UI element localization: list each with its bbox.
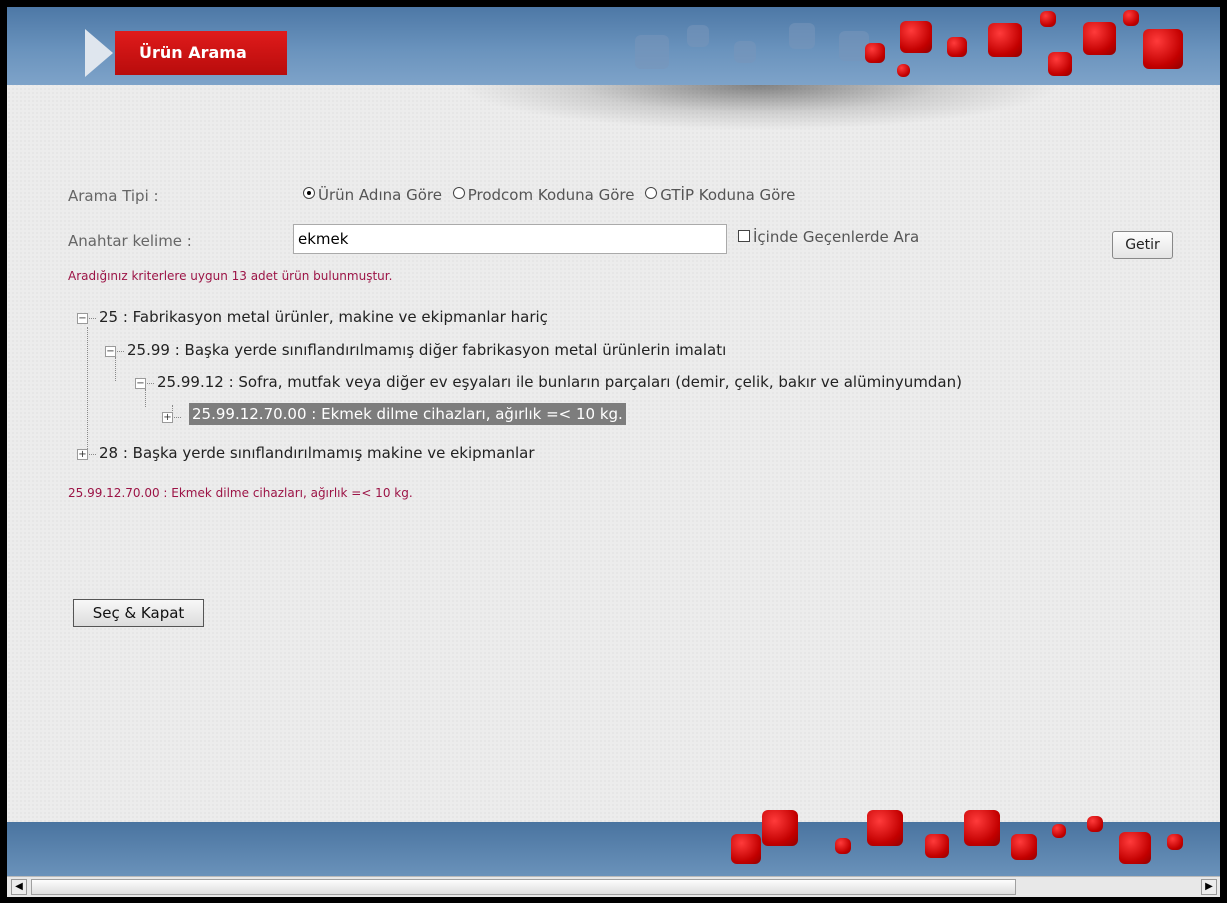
result-message: Aradığınız kriterlere uygun 13 adet ürün… (68, 269, 393, 283)
collapse-toggle-icon[interactable]: − (77, 313, 88, 324)
decor-square (964, 810, 1000, 846)
footer-bar (7, 810, 1220, 876)
radio-label: GTİP Koduna Göre (660, 186, 796, 204)
tree-line (145, 389, 146, 407)
radio-empty-icon (645, 187, 658, 199)
decor-square (1011, 834, 1037, 860)
keyword-input[interactable] (293, 224, 727, 254)
window-frame: Ürün Arama Arama Tipi : Ürün Adına Göre … (7, 7, 1220, 897)
scroll-left-icon[interactable]: ◀ (11, 879, 27, 895)
decor-square (1052, 824, 1066, 838)
decor-square (835, 838, 851, 854)
radio-label: Ürün Adına Göre (318, 186, 442, 204)
tree-line (89, 318, 96, 319)
decor-square (925, 834, 949, 858)
select-close-button[interactable]: Seç & Kapat (73, 599, 204, 627)
decor-square (1123, 10, 1139, 26)
tree-line (87, 327, 88, 449)
decor-square (900, 21, 932, 53)
header-bar: Ürün Arama (7, 7, 1220, 85)
checkbox-icon (738, 230, 750, 242)
tree-line (117, 351, 124, 352)
tree-node-25-99-12[interactable]: 25.99.12 : Sofra, mutfak veya diğer ev e… (157, 373, 962, 391)
decor-square (1167, 834, 1183, 850)
tree-node-25[interactable]: 25 : Fabrikasyon metal ürünler, makine v… (99, 308, 548, 326)
decor-square (1048, 52, 1072, 76)
horizontal-scrollbar[interactable]: ◀ ▶ (7, 876, 1220, 897)
tree-line (89, 454, 96, 455)
expand-toggle-icon[interactable]: + (162, 412, 173, 423)
decor-square (734, 41, 756, 63)
scrollbar-thumb[interactable] (31, 879, 1016, 895)
radio-selected-icon (303, 187, 315, 199)
decor-square (1040, 11, 1056, 27)
radio-product-name[interactable]: Ürün Adına Göre (303, 186, 442, 204)
decor-square (897, 64, 910, 77)
decor-square (947, 37, 967, 57)
search-type-label: Arama Tipi : (68, 187, 159, 205)
contains-label: İçinde Geçenlerde Ara (753, 228, 920, 246)
tree-line (115, 357, 116, 381)
decor-square (635, 35, 669, 69)
radio-label: Prodcom Koduna Göre (467, 186, 635, 204)
scroll-right-icon[interactable]: ▶ (1201, 879, 1217, 895)
tree-line (174, 417, 181, 418)
tree-node-28[interactable]: 28 : Başka yerde sınıflandırılmamış maki… (99, 444, 535, 462)
decor-square (867, 810, 903, 846)
radio-empty-icon (452, 187, 465, 199)
tree-node-25-99[interactable]: 25.99 : Başka yerde sınıflandırılmamış d… (127, 341, 726, 359)
selected-item-message: 25.99.12.70.00 : Ekmek dilme cihazları, … (68, 486, 413, 500)
radio-gtip-code[interactable]: GTİP Koduna Göre (645, 186, 795, 204)
decor-square (1143, 29, 1183, 69)
radio-prodcom-code[interactable]: Prodcom Koduna Göre (452, 186, 635, 204)
decor-square (865, 43, 885, 63)
tree-line (147, 383, 154, 384)
header-shadow (7, 85, 1220, 165)
search-type-radio-group: Ürün Adına Göre Prodcom Koduna Göre GTİP… (303, 186, 795, 204)
decor-square (1083, 22, 1116, 55)
tree-node-25-99-12-70-00[interactable]: 25.99.12.70.00 : Ekmek dilme cihazları, … (189, 403, 626, 425)
tab-arrow-icon (85, 29, 113, 77)
collapse-toggle-icon[interactable]: − (105, 346, 116, 357)
decor-square (789, 23, 815, 49)
decor-square (1119, 832, 1151, 864)
decor-square (731, 834, 761, 864)
contains-checkbox[interactable]: İçinde Geçenlerde Ara (738, 228, 919, 246)
page-title-tab: Ürün Arama (115, 31, 287, 75)
decor-square (988, 23, 1022, 57)
expand-toggle-icon[interactable]: + (77, 449, 88, 460)
decor-square (1087, 816, 1103, 832)
decor-square (687, 25, 709, 47)
getir-button[interactable]: Getir (1112, 231, 1173, 259)
decor-square (762, 810, 798, 846)
selected-node-label: 25.99.12.70.00 : Ekmek dilme cihazları, … (189, 403, 626, 425)
keyword-label: Anahtar kelime : (68, 232, 192, 250)
collapse-toggle-icon[interactable]: − (135, 378, 146, 389)
